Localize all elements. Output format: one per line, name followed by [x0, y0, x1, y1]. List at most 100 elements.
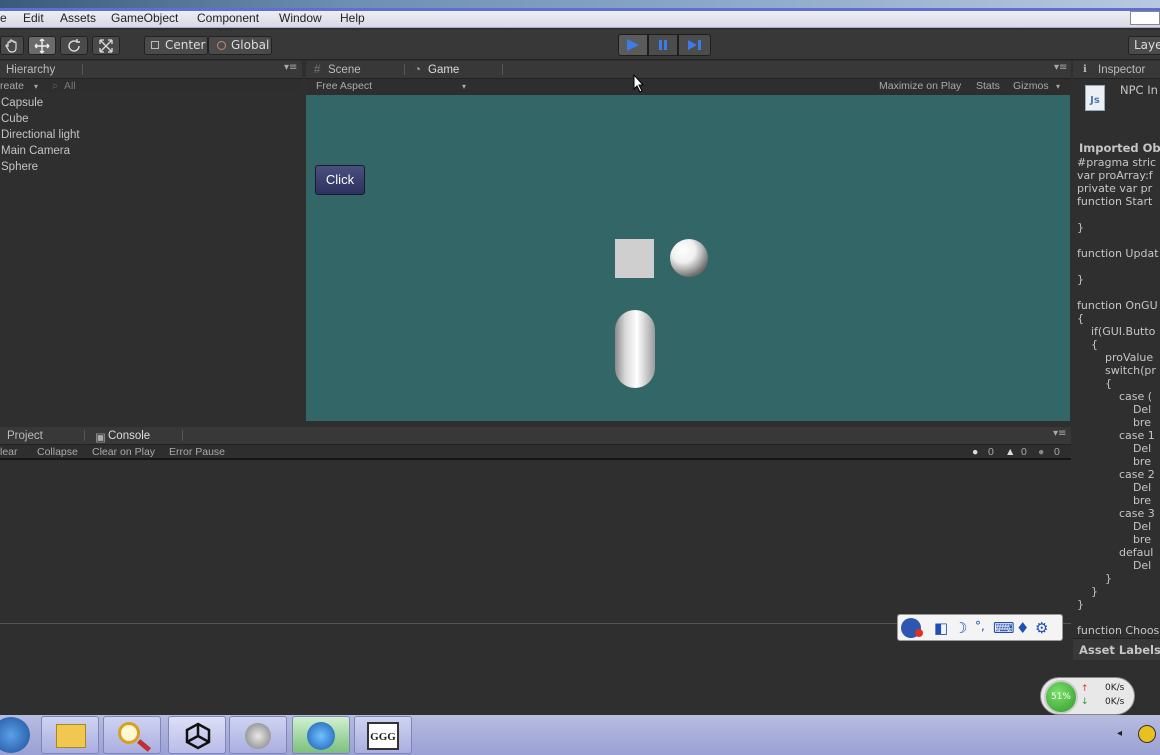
script-code-line: bre: [1077, 455, 1151, 468]
asset-name: NPC In: [1120, 83, 1158, 97]
menu-help[interactable]: Help: [340, 11, 365, 25]
keyboard-icon[interactable]: ⌨: [993, 619, 1015, 637]
ime-language-bar[interactable]: ◧ ☽ °, ⌨ ♦ ⚙: [897, 614, 1063, 641]
script-code-line: Del: [1077, 442, 1152, 455]
menu-component[interactable]: Component: [197, 11, 259, 25]
dropdown-arrow-icon: ▾: [462, 82, 467, 91]
tab-game[interactable]: Game: [428, 64, 459, 76]
stats-toggle[interactable]: Stats: [976, 80, 1000, 92]
warning-icon: ▲: [1005, 446, 1016, 458]
script-code-line: Del: [1077, 481, 1152, 494]
tab-project[interactable]: Project: [7, 430, 43, 442]
script-code-line: case 2: [1077, 468, 1155, 481]
hierarchy-item-main-camera[interactable]: Main Camera: [1, 145, 70, 157]
start-orb-icon[interactable]: [0, 717, 30, 753]
taskbar-remote-app[interactable]: [229, 716, 287, 754]
windows-taskbar: GGG ◂: [0, 715, 1160, 755]
network-speed-widget[interactable]: 51% ↑ ↓ 0K/s 0K/s: [1040, 677, 1135, 715]
unity-icon: [185, 722, 211, 750]
ime-mode-icon[interactable]: ◧: [934, 619, 948, 637]
scale-tool-button[interactable]: [92, 36, 120, 55]
script-code-line: bre: [1077, 416, 1151, 429]
script-code-line: Del: [1077, 403, 1152, 416]
taskbar-file-explorer[interactable]: [41, 716, 99, 754]
search-icon: ⌕: [52, 80, 58, 92]
taskbar-search-tool[interactable]: [103, 716, 161, 754]
tab-divider: [82, 64, 83, 75]
panel-menu-icon[interactable]: ▾≡: [1053, 428, 1066, 439]
hierarchy-item-cube[interactable]: Cube: [1, 113, 29, 125]
tab-console[interactable]: Console: [108, 430, 150, 442]
move-tool-button[interactable]: [28, 36, 56, 55]
hand-tool-button[interactable]: [0, 36, 24, 55]
create-dropdown[interactable]: reate: [0, 80, 24, 92]
tab-scene[interactable]: Scene: [328, 64, 361, 76]
warning-count[interactable]: 0: [1021, 446, 1027, 458]
error-pause-toggle[interactable]: Error Pause: [169, 446, 225, 458]
hierarchy-item-sphere[interactable]: Sphere: [1, 161, 38, 173]
console-toolbar: lear Collapse Clear on Play Error Pause …: [0, 445, 1071, 460]
hierarchy-item-capsule[interactable]: Capsule: [1, 97, 43, 109]
menu-gameobject[interactable]: GameObject: [111, 11, 178, 25]
settings-gear-icon[interactable]: ⚙: [1035, 619, 1048, 637]
pause-button[interactable]: [648, 34, 678, 56]
collapse-toggle[interactable]: Collapse: [37, 446, 78, 458]
taskbar-media-app[interactable]: [292, 716, 350, 754]
error-count[interactable]: 0: [988, 446, 994, 458]
menu-window[interactable]: Window: [279, 11, 322, 25]
javascript-file-icon: Js: [1085, 85, 1105, 111]
panel-menu-icon[interactable]: ▾≡: [1054, 62, 1067, 73]
hierarchy-panel: Hierarchy ▾≡ reate ▾ ⌕ All Capsule Cube …: [0, 61, 302, 421]
cpu-meter: 51%: [1044, 680, 1078, 714]
play-button[interactable]: [618, 34, 648, 56]
space-toggle-button[interactable]: Global: [208, 36, 272, 55]
log-count[interactable]: 0: [1054, 446, 1060, 458]
move-icon: [34, 38, 50, 54]
menu-bar: e Edit Assets GameObject Component Windo…: [0, 8, 1160, 28]
menu-assets[interactable]: Assets: [60, 11, 96, 25]
inspector-header: ℹ Inspector: [1073, 61, 1160, 79]
gizmos-dropdown[interactable]: Gizmos: [1013, 80, 1049, 92]
menu-edit[interactable]: Edit: [23, 11, 44, 25]
game-view-viewport[interactable]: Click: [306, 74, 1070, 421]
taskbar-ggg-app[interactable]: GGG: [354, 716, 412, 754]
inspector-tab[interactable]: Inspector: [1098, 64, 1145, 76]
asset-labels-bar: Asset Labels: [1073, 638, 1160, 660]
script-code-line: {: [1077, 377, 1112, 390]
ime-status-dot: [915, 629, 923, 637]
clear-on-play-toggle[interactable]: Clear on Play: [92, 446, 155, 458]
hierarchy-item-directional-light[interactable]: Directional light: [1, 129, 80, 141]
tray-app-icon[interactable]: [1138, 725, 1156, 743]
maximize-on-play-toggle[interactable]: Maximize on Play: [879, 80, 961, 92]
script-code-line: }: [1077, 221, 1084, 234]
panel-menu-icon[interactable]: ▾≡: [284, 62, 297, 73]
info-icon: ℹ: [1083, 64, 1087, 75]
layers-dropdown[interactable]: Laye: [1128, 36, 1160, 55]
script-code-line: }: [1077, 273, 1084, 286]
script-code-line: Del: [1077, 520, 1152, 533]
script-code-line: bre: [1077, 533, 1151, 546]
ime-moon-icon[interactable]: ☽: [954, 619, 967, 637]
imported-object-header: Imported Ob: [1079, 141, 1160, 155]
rotate-icon: [68, 39, 80, 52]
game-click-button[interactable]: Click: [315, 165, 365, 195]
capsule-object: [615, 310, 655, 388]
clear-button[interactable]: lear: [0, 446, 18, 458]
aspect-dropdown[interactable]: Free Aspect: [316, 80, 372, 92]
pivot-toggle-button[interactable]: Center: [144, 36, 208, 55]
microphone-icon[interactable]: ♦: [1016, 619, 1029, 637]
ime-punct-icon[interactable]: °,: [975, 619, 985, 633]
tab-divider: [404, 64, 405, 75]
hierarchy-tab[interactable]: Hierarchy: [6, 64, 55, 76]
layers-label: Laye: [1134, 38, 1160, 52]
window-control[interactable]: [1130, 11, 1160, 25]
menu-file[interactable]: e: [0, 11, 7, 25]
window-title-strip: [0, 0, 1160, 8]
step-button[interactable]: [678, 34, 711, 56]
folder-icon: [56, 724, 86, 748]
console-icon: ▣: [95, 432, 106, 444]
tray-expand-icon[interactable]: ◂: [1117, 728, 1122, 739]
rotate-tool-button[interactable]: [60, 36, 88, 55]
taskbar-unity[interactable]: [168, 716, 226, 754]
hierarchy-search-input[interactable]: All: [64, 80, 76, 92]
